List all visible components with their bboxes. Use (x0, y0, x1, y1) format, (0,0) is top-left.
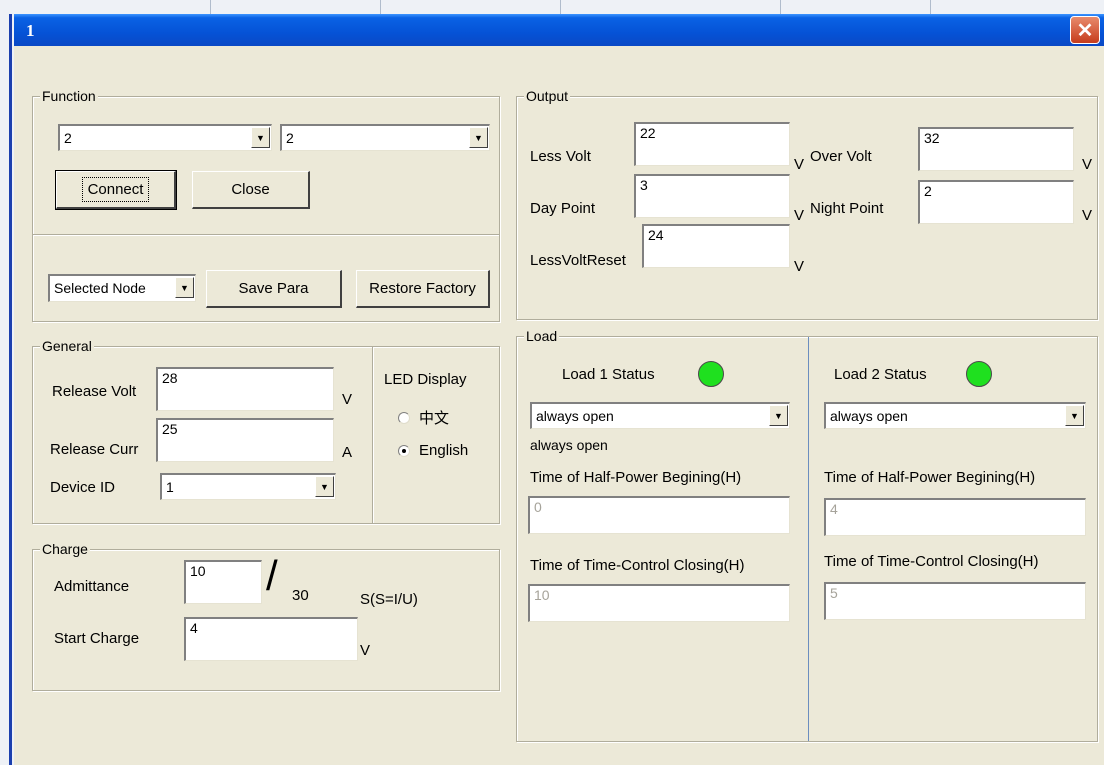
over-volt-label: Over Volt (810, 148, 872, 165)
day-point-input[interactable]: 3 (634, 174, 790, 218)
desktop-strip (0, 0, 1104, 15)
start-charge-unit: V (360, 642, 371, 659)
over-volt-input[interactable]: 32 (918, 127, 1074, 171)
charge-legend: Charge (40, 541, 90, 557)
less-volt-unit: V (794, 156, 805, 173)
load2-status-label: Load 2 Status (834, 366, 927, 383)
node-select[interactable]: Selected Node ▼ (48, 274, 196, 302)
over-volt-unit: V (1082, 156, 1093, 173)
radio-selected-dot (402, 448, 406, 453)
release-curr-unit: A (342, 444, 353, 461)
window-title: 1 (26, 21, 35, 40)
desktop-line (780, 0, 781, 14)
function-separator (33, 234, 499, 236)
load2-mode-value: always open (830, 408, 908, 424)
day-point-label: Day Point (530, 200, 596, 217)
less-volt-input[interactable]: 22 (634, 122, 790, 166)
load1-time-control-input[interactable]: 10 (528, 584, 790, 622)
load1-status-led-icon (698, 361, 724, 387)
load1-mode-caption: always open (530, 437, 608, 453)
load1-mode-select[interactable]: always open ▼ (530, 402, 790, 429)
release-volt-unit: V (342, 391, 353, 408)
general-legend: General (40, 338, 94, 354)
admittance-label: Admittance (54, 578, 130, 595)
radio-english[interactable]: English (398, 442, 468, 459)
radio-english-circle[interactable] (398, 444, 410, 457)
load-divider (808, 337, 809, 741)
load1-half-power-input[interactable]: 0 (528, 496, 790, 534)
less-volt-reset-label: LessVoltReset (530, 252, 626, 269)
radio-chinese-circle[interactable] (398, 411, 410, 424)
close-button[interactable]: Close (192, 171, 310, 209)
desktop-line (930, 0, 931, 14)
load1-mode-value: always open (536, 408, 614, 424)
load-legend: Load (524, 328, 560, 344)
function-legend: Function (40, 88, 98, 104)
load2-mode-select[interactable]: always open ▼ (824, 402, 1086, 429)
device-id-value: 1 (166, 479, 174, 495)
title-bar[interactable]: 1 ✕ (14, 14, 1104, 46)
chevron-down-icon[interactable]: ▼ (469, 127, 488, 148)
load-group (516, 336, 1098, 742)
radio-english-label: English (419, 442, 469, 459)
baud-select[interactable]: 2 ▼ (280, 124, 490, 151)
start-charge-input[interactable]: 4 (184, 617, 358, 661)
admittance-max: 30 (292, 587, 309, 604)
load2-time-control-label: Time of Time-Control Closing(H) (824, 553, 1039, 570)
chevron-down-icon[interactable]: ▼ (1065, 405, 1084, 426)
chevron-down-icon[interactable]: ▼ (175, 277, 194, 298)
load1-time-control-label: Time of Time-Control Closing(H) (530, 557, 745, 574)
chevron-down-icon[interactable]: ▼ (251, 127, 270, 148)
close-button-label: Close (231, 181, 270, 198)
node-select-value: Selected Node (54, 280, 146, 296)
chevron-down-icon[interactable]: ▼ (769, 405, 788, 426)
radio-chinese-label: 中文 (419, 410, 450, 427)
port-select-value: 2 (64, 130, 72, 146)
load1-status-label: Load 1 Status (562, 366, 655, 383)
day-point-unit: V (794, 207, 805, 224)
load1-half-power-label: Time of Half-Power Begining(H) (530, 469, 742, 486)
load2-half-power-input[interactable]: 4 (824, 498, 1086, 536)
release-volt-input[interactable]: 28 (156, 367, 334, 411)
radio-chinese[interactable]: 中文 (398, 407, 449, 428)
less-volt-reset-unit: V (794, 258, 805, 275)
connect-button-label: Connect (81, 177, 150, 202)
restore-factory-label: Restore Factory (369, 280, 476, 297)
desktop-left-edge (0, 14, 14, 765)
admittance-slash: / (266, 552, 278, 599)
output-legend: Output (524, 88, 571, 104)
connect-button[interactable]: Connect (55, 170, 177, 210)
close-icon: ✕ (1076, 19, 1094, 42)
admittance-unit: S(S=I/U) (360, 591, 418, 608)
desktop-line (380, 0, 381, 14)
release-curr-label: Release Curr (50, 441, 139, 458)
general-separator (372, 347, 374, 523)
release-volt-label: Release Volt (52, 383, 137, 400)
baud-select-value: 2 (286, 130, 294, 146)
start-charge-label: Start Charge (54, 630, 140, 647)
night-point-unit: V (1082, 207, 1093, 224)
load2-time-control-input[interactable]: 5 (824, 582, 1086, 620)
restore-factory-button[interactable]: Restore Factory (356, 270, 490, 308)
night-point-input[interactable]: 2 (918, 180, 1074, 224)
less-volt-label: Less Volt (530, 148, 591, 165)
desktop-line (560, 0, 561, 14)
desktop-line (210, 0, 211, 14)
load2-status-led-icon (966, 361, 992, 387)
night-point-label: Night Point (810, 200, 884, 217)
less-volt-reset-input[interactable]: 24 (642, 224, 790, 268)
release-curr-input[interactable]: 25 (156, 418, 334, 462)
dialog-window: 1 ✕ Function 2 ▼ 2 ▼ Connect Close Selec… (14, 14, 1104, 765)
led-display-label: LED Display (384, 371, 467, 388)
load2-half-power-label: Time of Half-Power Begining(H) (824, 469, 1036, 486)
save-para-label: Save Para (238, 280, 309, 297)
save-para-button[interactable]: Save Para (206, 270, 342, 308)
chevron-down-icon[interactable]: ▼ (315, 476, 334, 497)
device-id-select[interactable]: 1 ▼ (160, 473, 336, 500)
admittance-input[interactable]: 10 (184, 560, 262, 604)
device-id-label: Device ID (50, 479, 116, 496)
close-window-button[interactable]: ✕ (1070, 16, 1100, 44)
port-select[interactable]: 2 ▼ (58, 124, 272, 151)
